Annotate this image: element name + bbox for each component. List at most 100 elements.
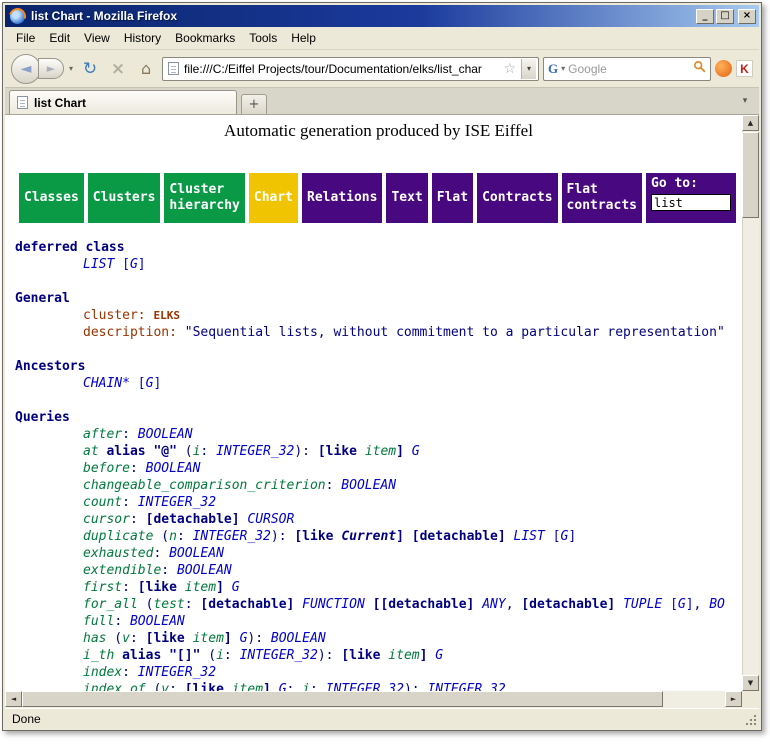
doc-text-segment: ; (287, 682, 303, 691)
doc-text-segment: : (122, 427, 138, 442)
doc-button-label: hierarchy (169, 198, 239, 214)
window-title: list Chart - Mozilla Firefox (31, 9, 694, 23)
goto-input[interactable] (651, 194, 731, 211)
vertical-scrollbar-thumb[interactable] (742, 132, 759, 218)
new-tab-button[interactable]: + (241, 94, 267, 114)
doc-text-segment: v (161, 682, 169, 691)
addon-icon-orange[interactable] (715, 60, 732, 77)
menu-item-help[interactable]: Help (284, 28, 323, 48)
menu-item-view[interactable]: View (77, 28, 117, 48)
status-text: Done (12, 712, 41, 726)
doc-button-label: Contracts (482, 190, 552, 206)
close-button[interactable]: × (738, 9, 756, 24)
addon-icon-k[interactable]: K (736, 60, 753, 77)
doc-line: General (15, 290, 742, 307)
forward-button[interactable]: ► (38, 58, 64, 79)
list-all-tabs-button[interactable]: ▾ (736, 92, 754, 110)
doc-button-flat-contracts[interactable]: Flatcontracts (562, 173, 642, 223)
search-input[interactable] (568, 62, 690, 76)
doc-text-segment: full (83, 614, 114, 629)
menu-item-tools[interactable]: Tools (242, 28, 284, 48)
doc-button-contracts[interactable]: Contracts (477, 173, 557, 223)
doc-text-segment (294, 597, 302, 612)
url-dropdown-button[interactable]: ▾ (521, 59, 536, 79)
stop-button[interactable]: × (106, 57, 130, 81)
doc-line: exhausted: BOOLEAN (15, 545, 742, 562)
doc-text-segment: BOOLEAN (146, 461, 201, 476)
scroll-down-button[interactable]: ▼ (742, 675, 759, 691)
doc-text-segment: G (435, 648, 443, 663)
doc-text-segment: INTEGER_32 (240, 648, 318, 663)
doc-text-segment: ( (200, 648, 216, 663)
horizontal-scrollbar-thumb[interactable] (22, 691, 663, 707)
address-bar[interactable]: ☆ ▾ (162, 57, 539, 81)
scroll-up-button[interactable]: ▲ (742, 115, 759, 131)
doc-text-segment: n (169, 529, 177, 544)
doc-text-segment: BOOLEAN (138, 427, 193, 442)
doc-line: has (v: [like item] G): BOOLEAN (15, 630, 742, 647)
menu-bar: FileEditViewHistoryBookmarksToolsHelp (5, 27, 759, 50)
doc-text-segment: test (153, 597, 184, 612)
title-bar[interactable]: list Chart - Mozilla Firefox _ □ × (5, 5, 759, 27)
doc-text-segment: Queries (15, 410, 70, 425)
doc-text-segment: ( (153, 529, 169, 544)
doc-text-segment: INTEGER_32 (138, 495, 216, 510)
vertical-scrollbar[interactable]: ▲ ▼ (742, 115, 759, 691)
menu-item-bookmarks[interactable]: Bookmarks (168, 28, 242, 48)
doc-button-flat[interactable]: Flat (432, 173, 473, 223)
doc-line: after: BOOLEAN (15, 426, 742, 443)
scroll-left-button[interactable]: ◄ (5, 691, 22, 707)
resize-grip[interactable] (744, 713, 758, 727)
doc-button-label: contracts (567, 198, 637, 214)
doc-text-segment: extendible (83, 563, 161, 578)
doc-text-segment: : (224, 648, 240, 663)
scroll-right-button[interactable]: ► (725, 691, 742, 707)
doc-line: before: BOOLEAN (15, 460, 742, 477)
doc-text-segment: item (193, 631, 224, 646)
doc-line (15, 392, 742, 409)
doc-text-segment (114, 257, 122, 272)
search-bar[interactable]: G ▾ (543, 57, 711, 81)
horizontal-scrollbar[interactable]: ◄ ► (5, 691, 759, 708)
minimize-button[interactable]: _ (696, 9, 714, 24)
menu-item-file[interactable]: File (9, 28, 42, 48)
history-dropdown-button[interactable]: ▾ (68, 64, 74, 73)
home-button[interactable]: ⌂ (134, 57, 158, 81)
doc-button-text[interactable]: Text (386, 173, 427, 223)
search-go-icon[interactable] (693, 60, 706, 78)
menu-item-history[interactable]: History (117, 28, 168, 48)
doc-text-segment: has (83, 631, 106, 646)
reload-button[interactable]: ↻ (78, 57, 102, 81)
tab-list-chart[interactable]: list Chart (9, 90, 237, 114)
doc-button-clusters[interactable]: Clusters (88, 173, 161, 223)
doc-text-segment: ] (396, 529, 404, 544)
doc-text-segment: ] (686, 597, 694, 612)
maximize-button[interactable]: □ (716, 9, 734, 24)
doc-text-segment: : (130, 631, 146, 646)
doc-text-segment: ): (247, 631, 270, 646)
doc-line: Ancestors (15, 358, 742, 375)
doc-text-segment: Current (341, 529, 396, 544)
doc-button-chart[interactable]: Chart (249, 173, 298, 223)
menu-item-edit[interactable]: Edit (42, 28, 77, 48)
url-input[interactable] (184, 62, 498, 76)
doc-text-segment: [ (553, 529, 561, 544)
doc-button-classes[interactable]: Classes (19, 173, 84, 223)
back-button[interactable]: ◄ (11, 54, 41, 84)
doc-line (15, 273, 742, 290)
doc-text-segment: [[detachable] (373, 597, 475, 612)
doc-text-segment: : (310, 682, 326, 691)
doc-nav-buttons: ClassesClustersClusterhierarchyChartRela… (19, 173, 742, 223)
doc-text-segment: ] (396, 444, 404, 459)
doc-line: for_all (test: [detachable] FUNCTION [[d… (15, 596, 742, 613)
doc-button-cluster-hierarchy[interactable]: Clusterhierarchy (164, 173, 244, 223)
doc-button-relations[interactable]: Relations (302, 173, 382, 223)
doc-text-segment: : (169, 682, 185, 691)
doc-text-segment: cluster: (83, 308, 153, 323)
search-engine-dropdown[interactable]: ▾ (561, 64, 565, 73)
doc-line: description: "Sequential lists, without … (15, 324, 742, 341)
doc-text-segment: [like (146, 631, 193, 646)
doc-text-segment: [ (122, 257, 130, 272)
bookmark-star-icon[interactable]: ☆ (503, 61, 516, 77)
doc-text-segment: item (232, 682, 263, 691)
